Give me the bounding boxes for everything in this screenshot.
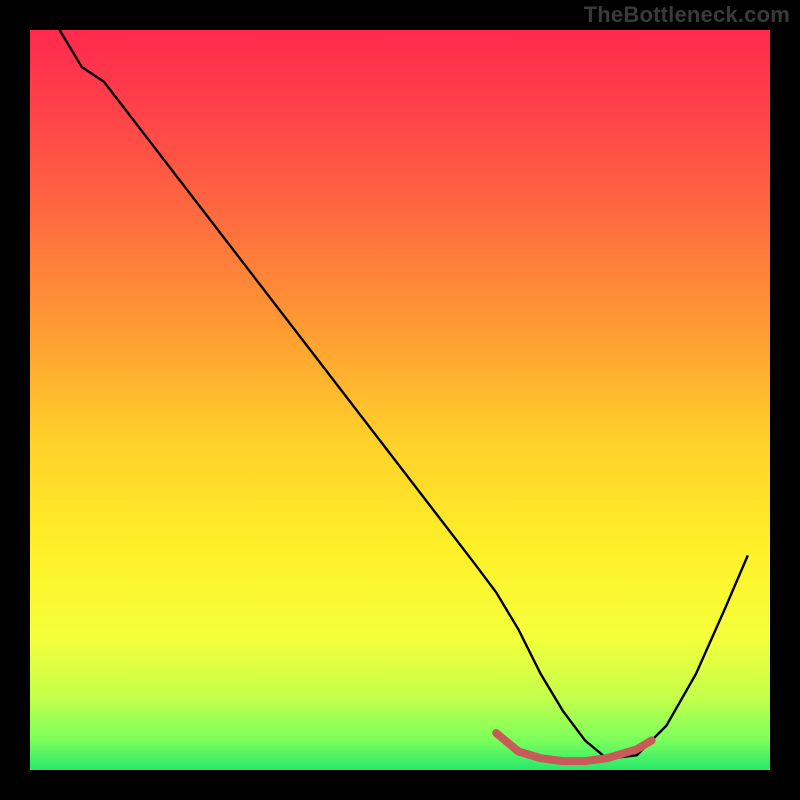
plot-background	[30, 30, 770, 770]
chart-svg	[0, 0, 800, 800]
watermark-label: TheBottleneck.com	[584, 2, 790, 28]
chart-container: TheBottleneck.com	[0, 0, 800, 800]
